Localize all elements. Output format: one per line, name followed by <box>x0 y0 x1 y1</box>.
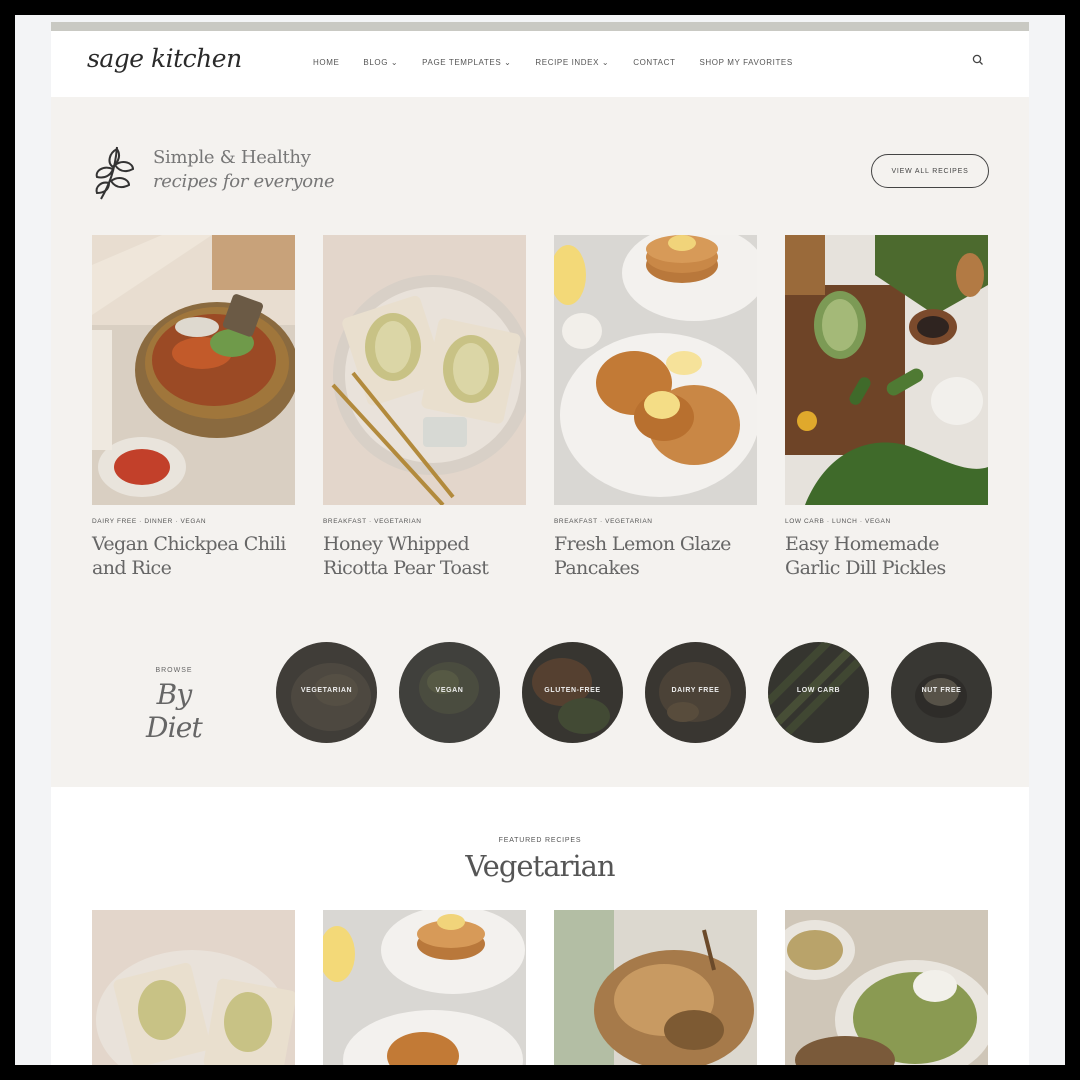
recipe-card[interactable]: DAIRY FREE · DINNER · VEGAN Vegan Chickp… <box>92 235 295 580</box>
recipe-card[interactable]: BREAKFAST · VEGETARIAN Fresh Lemon Glaze… <box>554 235 757 580</box>
leaf-sprig-icon <box>91 141 139 201</box>
featured-recipe-photo[interactable] <box>785 910 988 1065</box>
diet-label: VEGETARIAN <box>300 687 353 694</box>
nav-contact[interactable]: CONTACT <box>633 58 675 67</box>
recipe-tags: LOW CARB · LUNCH · VEGAN <box>785 518 891 525</box>
recipe-photo[interactable] <box>785 235 988 505</box>
recipe-card[interactable]: BREAKFAST · VEGETARIAN Honey Whipped Ric… <box>323 235 526 580</box>
diet-nut-free[interactable]: NUT FREE <box>891 642 992 743</box>
tagline-line-1: Simple & Healthy <box>153 147 311 168</box>
hero-tagline: Simple & Healthy recipes for everyone <box>153 147 335 192</box>
recipe-photo[interactable] <box>323 235 526 505</box>
main-nav: HOME BLOG ⌄ PAGE TEMPLATES ⌄ RECIPE INDE… <box>313 58 817 67</box>
site-header: sage kitchen HOME BLOG ⌄ PAGE TEMPLATES … <box>51 31 1029 97</box>
nav-page-templates[interactable]: PAGE TEMPLATES ⌄ <box>422 58 511 67</box>
top-bar <box>51 22 1029 31</box>
nav-blog[interactable]: BLOG ⌄ <box>363 58 398 67</box>
recipe-title[interactable]: Easy Homemade Garlic Dill Pickles <box>785 532 988 580</box>
diet-label: VEGAN <box>435 687 464 694</box>
nav-recipe-index[interactable]: RECIPE INDEX ⌄ <box>535 58 609 67</box>
browse-by-diet-heading: BROWSE By Diet <box>129 667 219 744</box>
diet-vegan[interactable]: VEGAN <box>399 642 500 743</box>
featured-recipe-photo[interactable] <box>554 910 757 1065</box>
recipe-title[interactable]: Honey Whipped Ricotta Pear Toast <box>323 532 526 580</box>
diet-vegetarian[interactable]: VEGETARIAN <box>276 642 377 743</box>
tagline-line-2: recipes for everyone <box>153 171 335 192</box>
screenshot-frame: sage kitchen HOME BLOG ⌄ PAGE TEMPLATES … <box>15 15 1065 1065</box>
nav-shop-my-favorites[interactable]: SHOP MY FAVORITES <box>699 58 792 67</box>
recipe-title[interactable]: Vegan Chickpea Chili and Rice <box>92 532 295 580</box>
recipe-photo[interactable] <box>92 235 295 505</box>
diet-label: DAIRY FREE <box>671 687 720 694</box>
search-icon[interactable] <box>971 53 985 67</box>
recipe-photo[interactable] <box>554 235 757 505</box>
recipe-cards: DAIRY FREE · DINNER · VEGAN Vegan Chickp… <box>92 235 988 580</box>
recipe-tags: BREAKFAST · VEGETARIAN <box>554 518 653 525</box>
view-all-recipes-button[interactable]: VIEW ALL RECIPES <box>871 154 989 188</box>
diet-label: NUT FREE <box>921 687 962 694</box>
featured-title: Vegetarian <box>465 849 615 883</box>
hero-section: Simple & Healthy recipes for everyone VI… <box>51 97 1029 787</box>
browse-kicker: BROWSE <box>155 667 193 674</box>
recipe-title[interactable]: Fresh Lemon Glaze Pancakes <box>554 532 757 580</box>
featured-recipe-photo[interactable] <box>323 910 526 1065</box>
website: sage kitchen HOME BLOG ⌄ PAGE TEMPLATES … <box>51 22 1029 1065</box>
diet-dairy-free[interactable]: DAIRY FREE <box>645 642 746 743</box>
recipe-tags: DAIRY FREE · DINNER · VEGAN <box>92 518 207 525</box>
featured-recipe-photo[interactable] <box>92 910 295 1065</box>
browse-title: By Diet <box>145 678 203 744</box>
diet-low-carb[interactable]: LOW CARB <box>768 642 869 743</box>
recipe-card[interactable]: LOW CARB · LUNCH · VEGAN Easy Homemade G… <box>785 235 988 580</box>
recipe-tags: BREAKFAST · VEGETARIAN <box>323 518 422 525</box>
diet-gluten-free[interactable]: GLUTEN-FREE <box>522 642 623 743</box>
site-logo[interactable]: sage kitchen <box>87 44 242 73</box>
featured-recipes-section: FEATURED RECIPES Vegetarian <box>51 787 1029 1065</box>
featured-kicker: FEATURED RECIPES <box>498 837 582 844</box>
nav-home[interactable]: HOME <box>313 58 339 67</box>
diet-label: GLUTEN-FREE <box>544 687 601 694</box>
diet-label: LOW CARB <box>796 687 841 694</box>
diet-circles: VEGETARIAN VEGAN GLUTEN-FREE DAIRY FREE … <box>276 642 992 743</box>
featured-cards <box>92 910 988 1065</box>
